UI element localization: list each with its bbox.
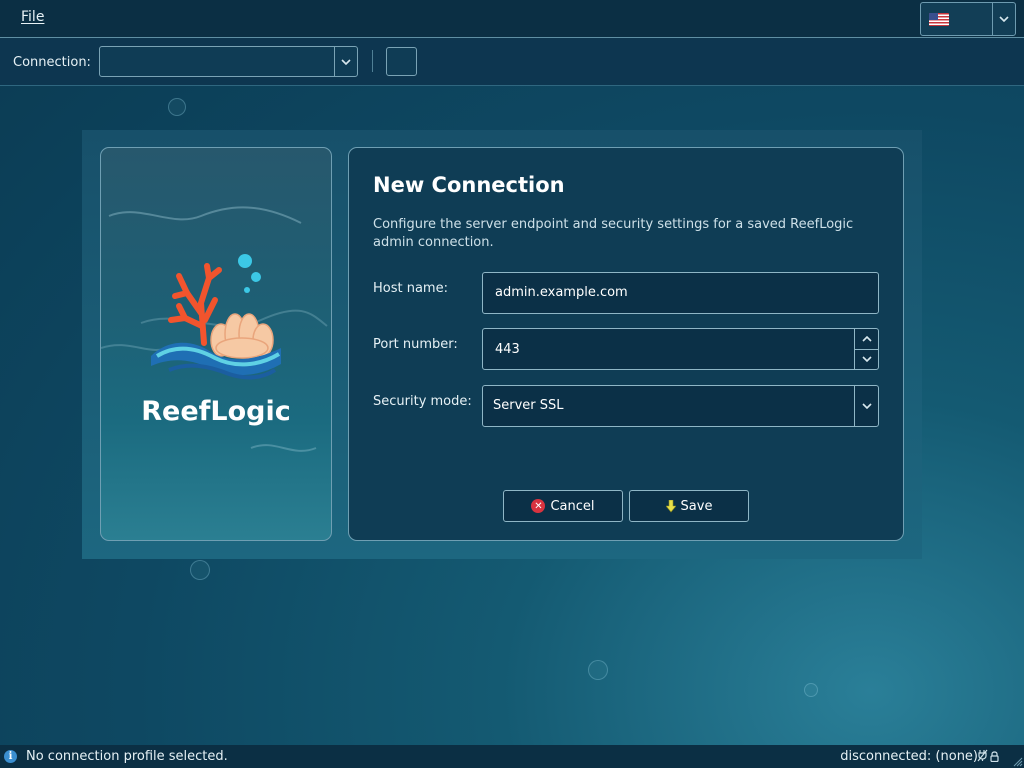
security-value: Server SSL [493,398,564,413]
brand-card: ReefLogic [100,147,332,541]
toolbar-separator [372,50,373,72]
port-label: Port number: [373,337,458,352]
chevron-down-icon[interactable] [334,47,357,76]
background-bubble [588,660,608,680]
save-arrow-icon [665,499,676,512]
dialog-description: Configure the server endpoint and securi… [373,217,854,250]
background-bubble [190,560,210,580]
connection-state: disconnected: (none) [840,749,978,764]
background-bubble [804,683,818,697]
host-value: admin.example.com [495,285,628,300]
us-flag-icon [929,13,949,26]
security-label: Security mode: [373,394,472,409]
security-mode-select[interactable]: Server SSL [482,385,879,427]
cancel-icon: ✕ [531,499,546,513]
background-bubble [168,98,186,116]
new-connection-dialog: New Connection Configure the server endp… [348,147,904,541]
toolbar-button[interactable] [386,47,417,76]
toolbar: Connection: [0,38,1024,86]
reeflogic-logo-icon [151,254,281,380]
lock-icon [990,751,999,766]
host-input[interactable]: admin.example.com [482,272,879,314]
cancel-button[interactable]: ✕ Cancel [503,490,623,522]
dialog-title: New Connection [373,173,565,197]
chevron-up-icon[interactable] [854,329,878,350]
resize-grip-icon[interactable] [1012,756,1023,767]
status-message: No connection profile selected. [26,749,228,764]
cancel-label: Cancel [550,498,595,514]
chevron-down-icon[interactable] [854,349,878,369]
save-button[interactable]: Save [629,490,749,522]
info-icon: i [4,750,17,763]
port-value: 443 [495,342,520,357]
menu-file[interactable]: File [21,9,44,25]
brand-name: ReefLogic [141,396,291,427]
host-label: Host name: [373,281,448,296]
menu-bar: File [0,0,1024,38]
save-label: Save [680,498,713,514]
connection-combobox[interactable] [99,46,358,77]
language-selector[interactable] [920,2,1016,36]
status-bar: i No connection profile selected. discon… [0,745,1024,768]
chevron-down-icon[interactable] [854,386,878,426]
disconnected-plug-icon [977,749,988,765]
chevron-down-icon[interactable] [992,3,1015,35]
connection-label: Connection: [13,55,91,70]
port-spinbox[interactable]: 443 [482,328,879,370]
